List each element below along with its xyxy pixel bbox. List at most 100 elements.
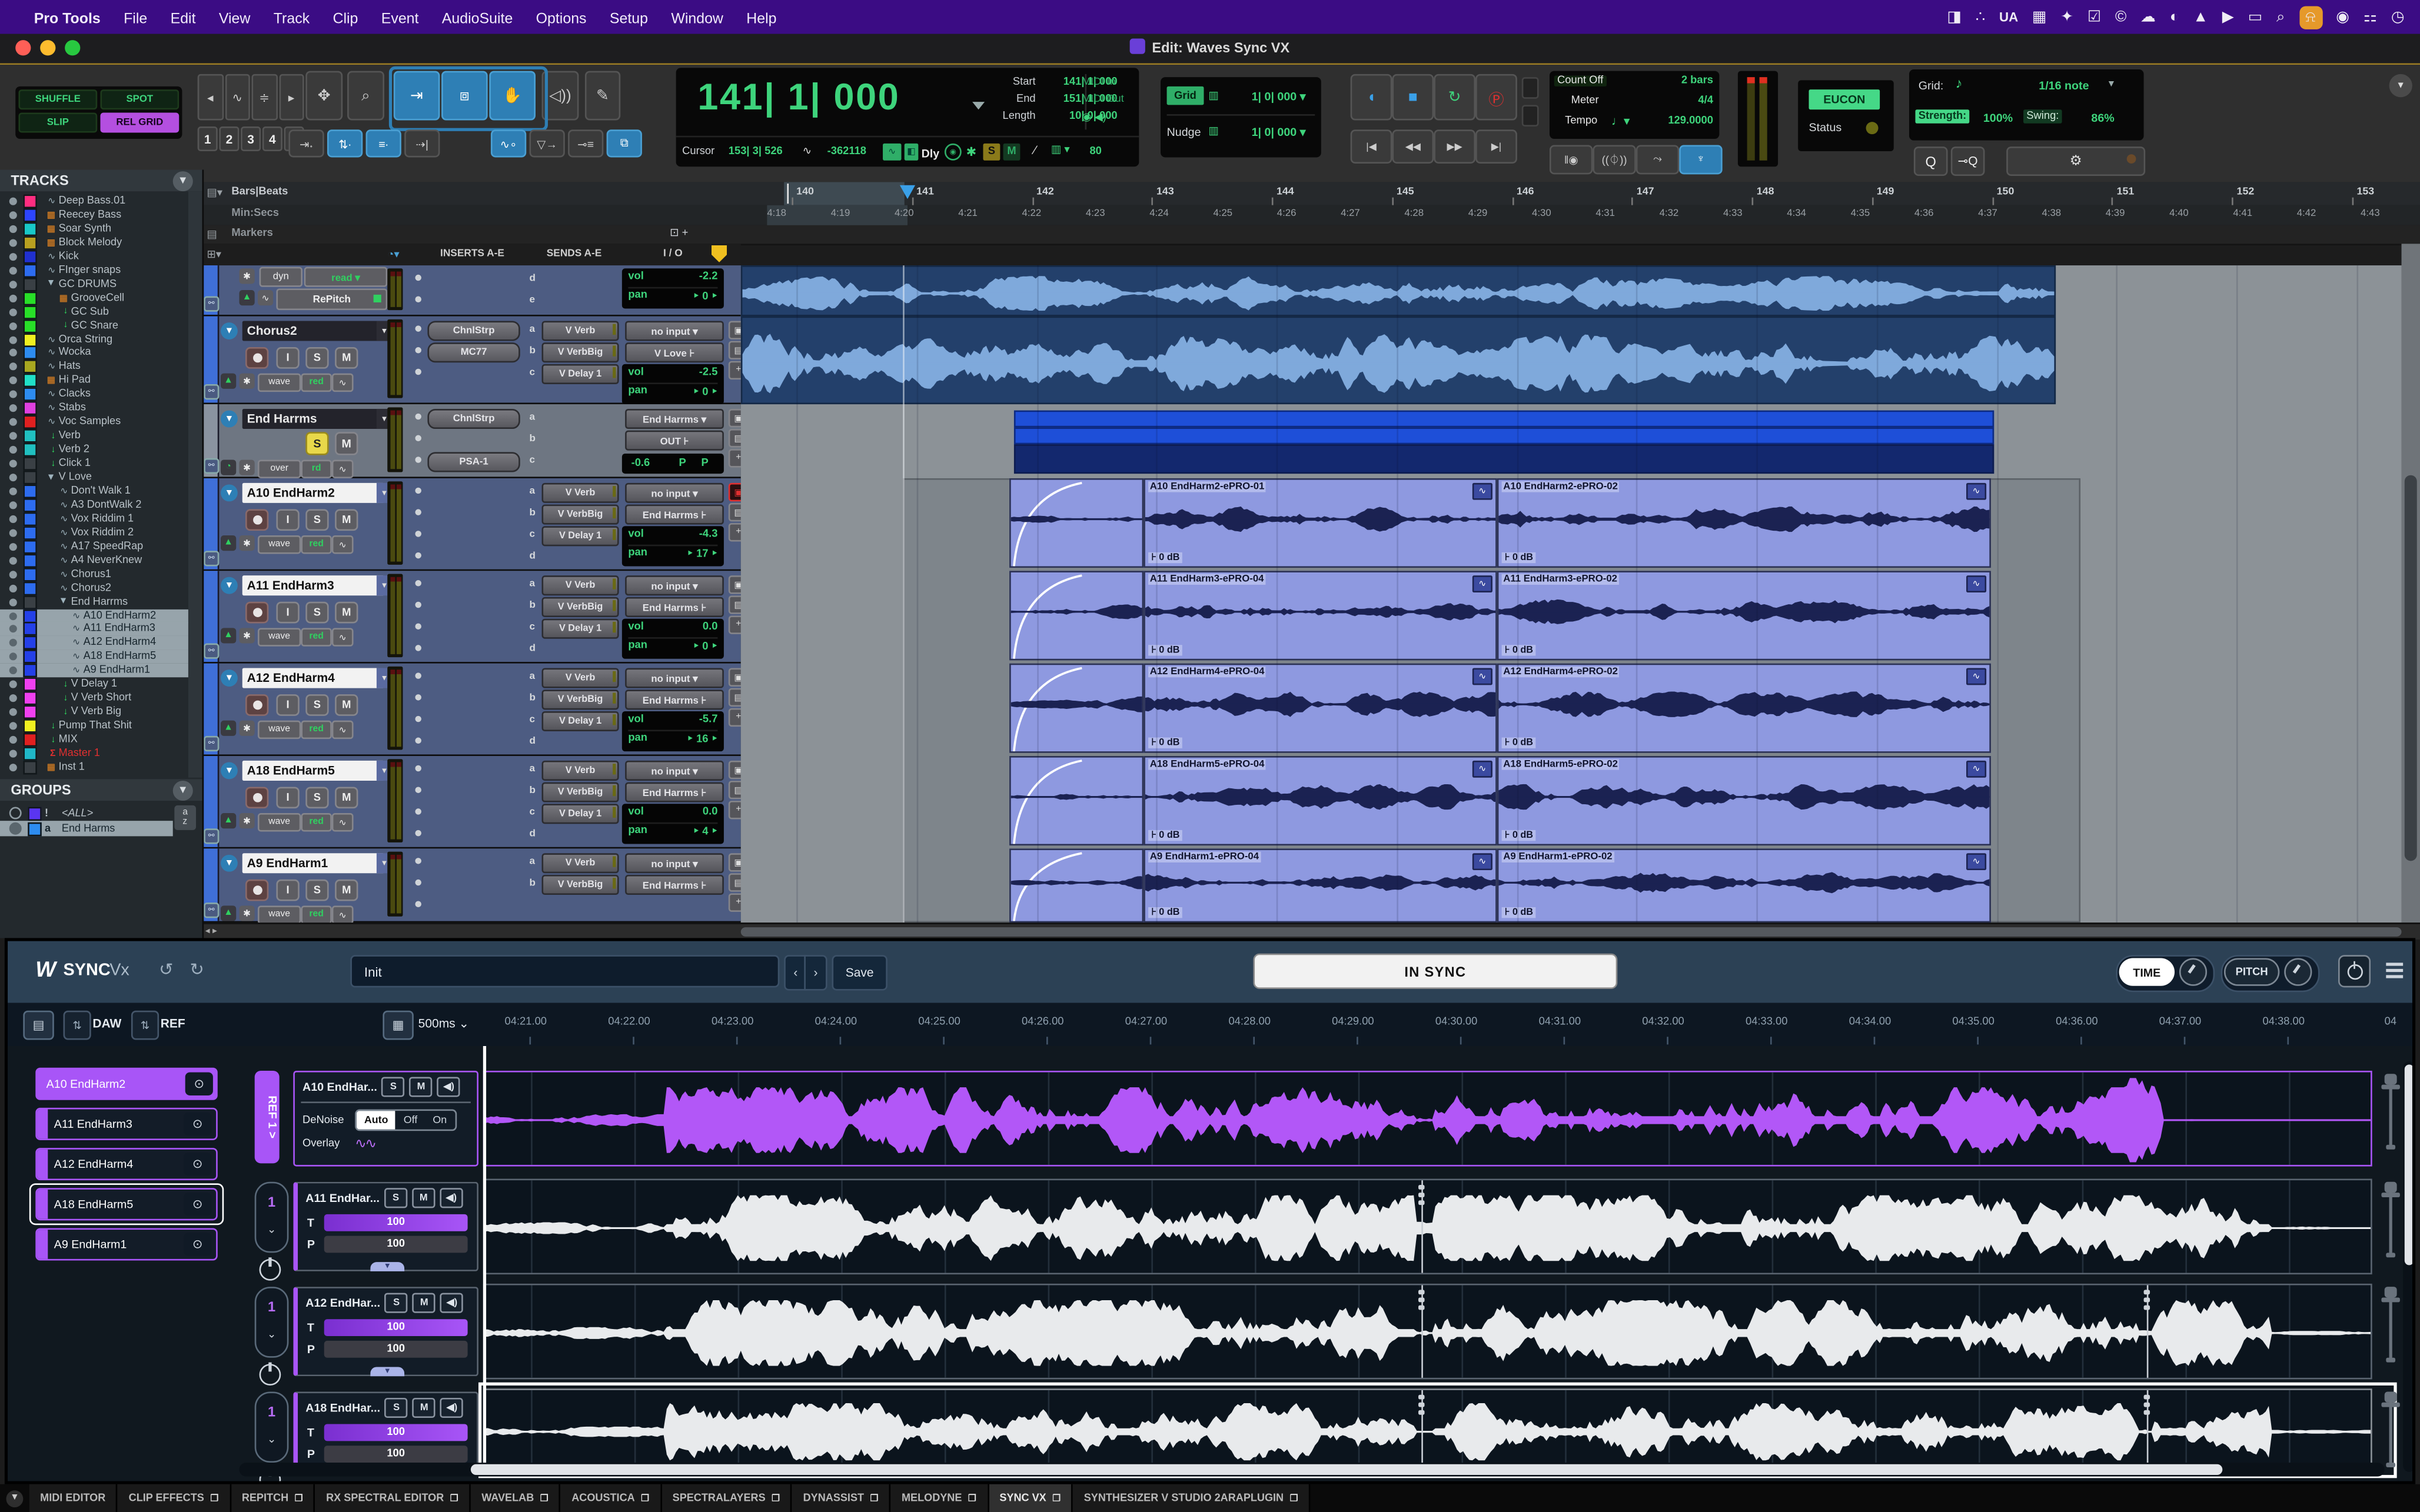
- track-name-chip[interactable]: End Harrms: [242, 409, 384, 429]
- time-ratio-slider[interactable]: 100: [324, 1214, 468, 1231]
- clip-elastic-icon[interactable]: ∿: [1966, 761, 1986, 778]
- track-color-swatch[interactable]: [23, 678, 37, 692]
- markers-list-icon[interactable]: ▤: [207, 228, 217, 241]
- elastic-plugin-icon[interactable]: ∿: [332, 628, 354, 646]
- io-output-selector[interactable]: End Harrms ⊦: [625, 505, 724, 525]
- solo-button[interactable]: S: [305, 787, 328, 808]
- group-link-icon[interactable]: ⚯: [204, 458, 219, 474]
- track-header-partial[interactable]: ⚯✱dynread ▾▲∿RePitchdevol-2.2pan‣ 0 ‣: [202, 265, 741, 317]
- view-mode-selector[interactable]: over: [258, 459, 301, 478]
- svx-row-group-button-2[interactable]: 1⌄: [255, 1391, 289, 1463]
- zoom-tool-0[interactable]: ◂: [198, 74, 223, 121]
- clip-gain-badge[interactable]: ⊦ 0 dB: [1502, 552, 1537, 563]
- monitor-chip[interactable]: ◀): [440, 1293, 463, 1313]
- group-link-icon[interactable]: ⚯: [204, 297, 219, 312]
- solo-button[interactable]: S: [305, 694, 328, 716]
- denoise-option-auto[interactable]: Auto: [357, 1111, 396, 1129]
- audio-clip[interactable]: A10 EndHarm2-ePRO-02⊦ 0 dB∿: [1497, 478, 1991, 568]
- menu-item-help[interactable]: Help: [746, 11, 776, 28]
- input-monitor-button[interactable]: I: [276, 787, 299, 808]
- track-collapse-icon[interactable]: ▼: [221, 855, 238, 872]
- svx-lane-2[interactable]: [483, 1284, 2372, 1380]
- solo-chip[interactable]: S: [385, 1398, 408, 1418]
- film-app-icon[interactable]: ▦: [2032, 8, 2047, 25]
- time-ratio-slider[interactable]: 100: [324, 1424, 468, 1441]
- time-knob[interactable]: [2179, 958, 2207, 986]
- track-color-swatch[interactable]: [23, 719, 37, 733]
- edit-horizontal-scrollbar[interactable]: ◂ ▸: [202, 922, 2420, 940]
- svx-row-group-button-1[interactable]: 1⌄: [255, 1287, 289, 1358]
- input-monitor-button[interactable]: I: [276, 602, 299, 624]
- track-collapse-icon[interactable]: ▼: [221, 484, 238, 501]
- sidebar-track-kick[interactable]: ∿Kick: [0, 249, 188, 264]
- preset-next-button[interactable]: ›: [804, 955, 827, 990]
- repitch-plugin-chip[interactable]: RePitch: [276, 288, 387, 310]
- view-mode-selector[interactable]: wave: [258, 905, 301, 924]
- track-color-swatch[interactable]: [23, 374, 37, 388]
- scrubber-tool[interactable]: ◁)): [541, 71, 579, 121]
- sidebar-track-groovecell[interactable]: ▦GrooveCell: [0, 291, 188, 305]
- swing-value[interactable]: 86%: [2091, 111, 2114, 125]
- track-color-swatch[interactable]: [23, 443, 37, 457]
- elastic-audio-button[interactable]: ✱: [239, 374, 254, 389]
- sidebar-track-a3-dontwalk-2[interactable]: ∿A3 DontWalk 2: [0, 498, 188, 512]
- grid-format-icon[interactable]: ▥: [1208, 89, 1218, 102]
- plugin-menu-icon[interactable]: [2386, 960, 2403, 981]
- io-input-selector[interactable]: no input ▾: [625, 575, 724, 595]
- mute-button[interactable]: M: [335, 509, 358, 531]
- dyn-selector[interactable]: dyn: [260, 267, 302, 287]
- tab-sync-vx[interactable]: SYNC VX❐: [989, 1484, 1073, 1512]
- elastic-audio-button[interactable]: ✱: [239, 459, 254, 475]
- automation-mode-icon[interactable]: ▲: [221, 905, 236, 921]
- automation-mode-icon[interactable]: ▲: [221, 721, 236, 736]
- solo-chip[interactable]: S: [382, 1077, 405, 1097]
- card-expand-tab[interactable]: ▼: [370, 1262, 404, 1271]
- elastic-audio-button[interactable]: ✱: [239, 721, 254, 736]
- control-center-icon[interactable]: ⚏: [2364, 8, 2378, 25]
- svx-lane-1[interactable]: [483, 1179, 2372, 1275]
- audio-clip[interactable]: A10 EndHarm2-ePRO-01⊦ 0 dB∿: [1143, 478, 1497, 568]
- send-v-delay-1[interactable]: V Delay 1: [541, 711, 619, 731]
- marker-add-icon[interactable]: ⊡ +: [670, 227, 688, 239]
- cloud-app-icon[interactable]: ☁: [2140, 8, 2156, 25]
- group-link-icon[interactable]: ⚯: [204, 902, 219, 918]
- sidebar-track-wocka[interactable]: ∿Wocka: [0, 347, 188, 361]
- transport-mini-2[interactable]: [1522, 105, 1539, 126]
- tracks-collapse-icon[interactable]: ▼: [173, 171, 193, 191]
- elastic-audio-button[interactable]: ✱: [239, 628, 254, 643]
- sidebar-track-chorus2[interactable]: ∿Chorus2: [0, 581, 188, 595]
- sidebar-track-pump-that-shit[interactable]: ↓Pump That Shit: [0, 719, 188, 733]
- grid-value[interactable]: 1| 0| 000 ▾: [1228, 89, 1305, 104]
- clips-canvas[interactable]: A10 EndHarm2-ePRO-01⊦ 0 dB∿A10 EndHarm2-…: [741, 265, 2402, 922]
- tab-rx-spectral-editor[interactable]: RX SPECTRAL EDITOR❐: [315, 1484, 471, 1512]
- sidebar-track-gc-snare[interactable]: ↓GC Snare: [0, 319, 188, 333]
- sidebar-track-gc-drums[interactable]: ▼GC DRUMS: [0, 277, 188, 291]
- clock-icon[interactable]: ◷: [2391, 8, 2405, 25]
- track-color-swatch[interactable]: [23, 498, 37, 512]
- clip-gain-badge[interactable]: ⊦ 0 dB: [1148, 830, 1183, 841]
- vol-pan-display[interactable]: vol-2.5pan‣ 0 ‣: [622, 364, 724, 404]
- track-color-swatch[interactable]: [23, 291, 37, 305]
- menu-item-options[interactable]: Options: [536, 11, 587, 28]
- sidebar-track-gc-sub[interactable]: ↓GC Sub: [0, 305, 188, 319]
- group-link-icon[interactable]: ⚯: [204, 551, 219, 566]
- dots-status-icon[interactable]: ∴: [1976, 8, 1986, 25]
- track-header-a10-endharm2[interactable]: ⚯▼A10 EndHarm2▼ISM▲✱wavered∿aV VerbbV Ve…: [202, 478, 741, 571]
- daw-sort-icon[interactable]: ⇅: [64, 1011, 91, 1040]
- bars-beats-ruler[interactable]: ▤▾ Bars|Beats 14014114214314414514614714…: [0, 182, 2420, 207]
- meter-label[interactable]: Meter: [1571, 96, 1599, 106]
- track-collapse-icon[interactable]: ▼: [221, 577, 238, 594]
- track-color-swatch[interactable]: [23, 305, 37, 319]
- track-color-swatch[interactable]: [23, 415, 37, 429]
- loop-playback-button[interactable]: ↻: [1434, 74, 1475, 121]
- overlay-wave-icon[interactable]: ∿∿: [355, 1135, 375, 1153]
- send-v-verbbig[interactable]: V VerbBig: [541, 597, 619, 617]
- tab-spectralayers[interactable]: SPECTRALAYERS❐: [661, 1484, 792, 1512]
- insert-chnlstrp[interactable]: ChnlStrp: [427, 321, 520, 341]
- automation-read-selector[interactable]: red: [301, 628, 331, 646]
- insert-psa-1[interactable]: PSA-1: [427, 452, 520, 472]
- track-header-a12-endharm4[interactable]: ⚯▼A12 EndHarm4▼ISM▲✱wavered∿aV VerbbV Ve…: [202, 664, 741, 756]
- track-color-swatch[interactable]: [23, 360, 37, 374]
- io-output-selector[interactable]: End Harrms ⊦: [625, 597, 724, 617]
- io-input-selector[interactable]: End Harrms ▾: [625, 409, 724, 429]
